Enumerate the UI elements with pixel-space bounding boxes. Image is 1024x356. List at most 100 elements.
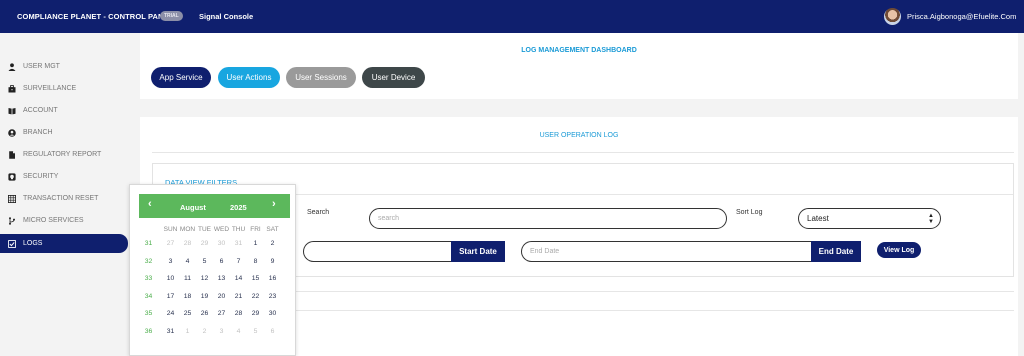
date-picker-popup: ‹ August 2025 › SUN MON TUE WED THU FRI SAT 31 2… bbox=[129, 184, 296, 356]
dashboard-title: LOG MANAGEMENT DASHBOARD bbox=[521, 47, 637, 54]
calendar-day[interactable]: 3 bbox=[213, 328, 230, 335]
next-month-icon[interactable]: › bbox=[272, 198, 276, 210]
divider bbox=[152, 152, 1014, 153]
calendar-day[interactable]: 27 bbox=[162, 240, 179, 247]
month-selector[interactable]: August bbox=[180, 203, 206, 212]
day-of-week-header: TUE bbox=[198, 226, 211, 233]
calendar-day[interactable]: 2 bbox=[264, 240, 281, 247]
week-number: 33 bbox=[144, 275, 153, 283]
calendar-day[interactable]: 18 bbox=[179, 293, 196, 300]
user-email[interactable]: Prisca.Aigbonoga@Efuelite.Com bbox=[907, 12, 1016, 21]
prev-month-icon[interactable]: ‹ bbox=[148, 198, 152, 210]
sidebar-item-regulatory-report[interactable]: REGULATORY REPORT bbox=[0, 145, 128, 164]
calendar-day[interactable]: 12 bbox=[196, 275, 213, 282]
day-of-week-header: FRI bbox=[250, 226, 261, 233]
avatar[interactable] bbox=[884, 8, 901, 25]
calendar-day[interactable]: 6 bbox=[264, 328, 281, 335]
week-number: 35 bbox=[144, 310, 153, 318]
sidebar-item-security[interactable]: SECURITY bbox=[0, 167, 128, 186]
app-title[interactable]: COMPLIANCE PLANET - CONTROL PANEL bbox=[17, 12, 173, 21]
tab-user-device[interactable]: User Device bbox=[362, 67, 425, 88]
calendar-day[interactable]: 3 bbox=[162, 258, 179, 265]
calendar-day[interactable]: 14 bbox=[230, 275, 247, 282]
day-of-week-header: THU bbox=[231, 226, 246, 233]
calendar-day[interactable]: 16 bbox=[264, 275, 281, 282]
calendar-day[interactable]: 15 bbox=[247, 275, 264, 282]
calendar-day[interactable]: 29 bbox=[247, 310, 264, 317]
calendar-day[interactable]: 5 bbox=[247, 328, 264, 335]
view-log-button[interactable]: View Log bbox=[877, 242, 921, 258]
sort-log-select[interactable]: Latest ▲ ▼ bbox=[798, 208, 941, 229]
sidebar: USER MGT SURVEILLANCE ACCOUNT BRANCH REG… bbox=[0, 33, 135, 356]
log-dashboard-panel: LOG MANAGEMENT DASHBOARD App Service Use… bbox=[140, 33, 1018, 99]
calendar-day[interactable]: 7 bbox=[230, 258, 247, 265]
calendar-day[interactable]: 30 bbox=[213, 240, 230, 247]
calendar-day[interactable]: 9 bbox=[264, 258, 281, 265]
sidebar-item-label: BRANCH bbox=[23, 129, 53, 136]
calendar-day[interactable]: 28 bbox=[230, 310, 247, 317]
checkbox-icon bbox=[7, 239, 16, 248]
sidebar-item-user-mgt[interactable]: USER MGT bbox=[0, 57, 128, 76]
sidebar-item-account[interactable]: ACCOUNT bbox=[0, 101, 128, 120]
calendar-day[interactable]: 17 bbox=[162, 293, 179, 300]
calendar-day[interactable]: 21 bbox=[230, 293, 247, 300]
start-date-input[interactable] bbox=[303, 241, 451, 262]
user-circle-icon bbox=[7, 128, 16, 137]
calendar-day[interactable]: 27 bbox=[213, 310, 230, 317]
calendar-day[interactable]: 31 bbox=[230, 240, 247, 247]
book-icon bbox=[7, 106, 16, 115]
tab-app-service[interactable]: App Service bbox=[151, 67, 211, 88]
tab-user-actions[interactable]: User Actions bbox=[218, 67, 280, 88]
sidebar-item-label: SURVEILLANCE bbox=[23, 85, 77, 92]
trial-badge: TRIAL bbox=[160, 11, 183, 21]
select-arrows-icon: ▲ ▼ bbox=[928, 213, 934, 225]
sidebar-item-surveillance[interactable]: SURVEILLANCE bbox=[0, 79, 128, 98]
calendar-day[interactable]: 26 bbox=[196, 310, 213, 317]
sidebar-item-logs[interactable]: LOGS bbox=[0, 234, 128, 253]
year-selector[interactable]: 2025 bbox=[230, 203, 247, 212]
calendar-day[interactable]: 31 bbox=[162, 328, 179, 335]
calendar-day[interactable]: 4 bbox=[179, 258, 196, 265]
day-of-week-header: WED bbox=[213, 226, 230, 233]
calendar-day[interactable]: 23 bbox=[264, 293, 281, 300]
start-date-button[interactable]: Start Date bbox=[451, 241, 505, 262]
calendar-day[interactable]: 20 bbox=[213, 293, 230, 300]
sidebar-item-label: USER MGT bbox=[23, 63, 60, 70]
day-of-week-header: MON bbox=[179, 226, 196, 233]
week-number: 36 bbox=[144, 328, 153, 335]
sidebar-item-transaction-reset[interactable]: TRANSACTION RESET bbox=[0, 189, 128, 208]
top-bar: COMPLIANCE PLANET - CONTROL PANEL TRIAL … bbox=[0, 0, 1024, 33]
calendar-day[interactable]: 8 bbox=[247, 258, 264, 265]
calendar-day[interactable]: 29 bbox=[196, 240, 213, 247]
search-input[interactable]: search bbox=[369, 208, 727, 229]
signal-console-link[interactable]: Signal Console bbox=[199, 12, 253, 21]
calendar-day[interactable]: 30 bbox=[264, 310, 281, 317]
sidebar-item-micro-services[interactable]: MICRO SERVICES bbox=[0, 211, 128, 230]
calendar-day[interactable]: 4 bbox=[230, 328, 247, 335]
sidebar-item-label: LOGS bbox=[23, 240, 43, 247]
date-picker-header: ‹ August 2025 › bbox=[139, 194, 290, 218]
calendar-day[interactable]: 22 bbox=[247, 293, 264, 300]
document-icon bbox=[7, 150, 16, 159]
branch-icon bbox=[7, 216, 16, 225]
calendar-day[interactable]: 1 bbox=[179, 328, 196, 335]
calendar-day[interactable]: 24 bbox=[162, 310, 179, 317]
briefcase-icon bbox=[7, 84, 16, 93]
sort-log-value: Latest bbox=[807, 214, 829, 223]
calendar-day[interactable]: 2 bbox=[196, 328, 213, 335]
calendar-day[interactable]: 13 bbox=[213, 275, 230, 282]
sidebar-item-label: SECURITY bbox=[23, 173, 59, 180]
calendar-day[interactable]: 1 bbox=[247, 240, 264, 247]
calendar-day[interactable]: 5 bbox=[196, 258, 213, 265]
calendar-day[interactable]: 25 bbox=[179, 310, 196, 317]
end-date-input[interactable]: End Date bbox=[521, 241, 811, 262]
week-number: 32 bbox=[144, 257, 153, 265]
calendar-day[interactable]: 6 bbox=[213, 258, 230, 265]
calendar-day[interactable]: 19 bbox=[196, 293, 213, 300]
end-date-button[interactable]: End Date bbox=[811, 241, 861, 262]
calendar-day[interactable]: 28 bbox=[179, 240, 196, 247]
calendar-day[interactable]: 11 bbox=[179, 275, 196, 282]
calendar-day[interactable]: 10 bbox=[162, 275, 179, 282]
sidebar-item-branch[interactable]: BRANCH bbox=[0, 123, 128, 142]
tab-user-sessions[interactable]: User Sessions bbox=[286, 67, 356, 88]
